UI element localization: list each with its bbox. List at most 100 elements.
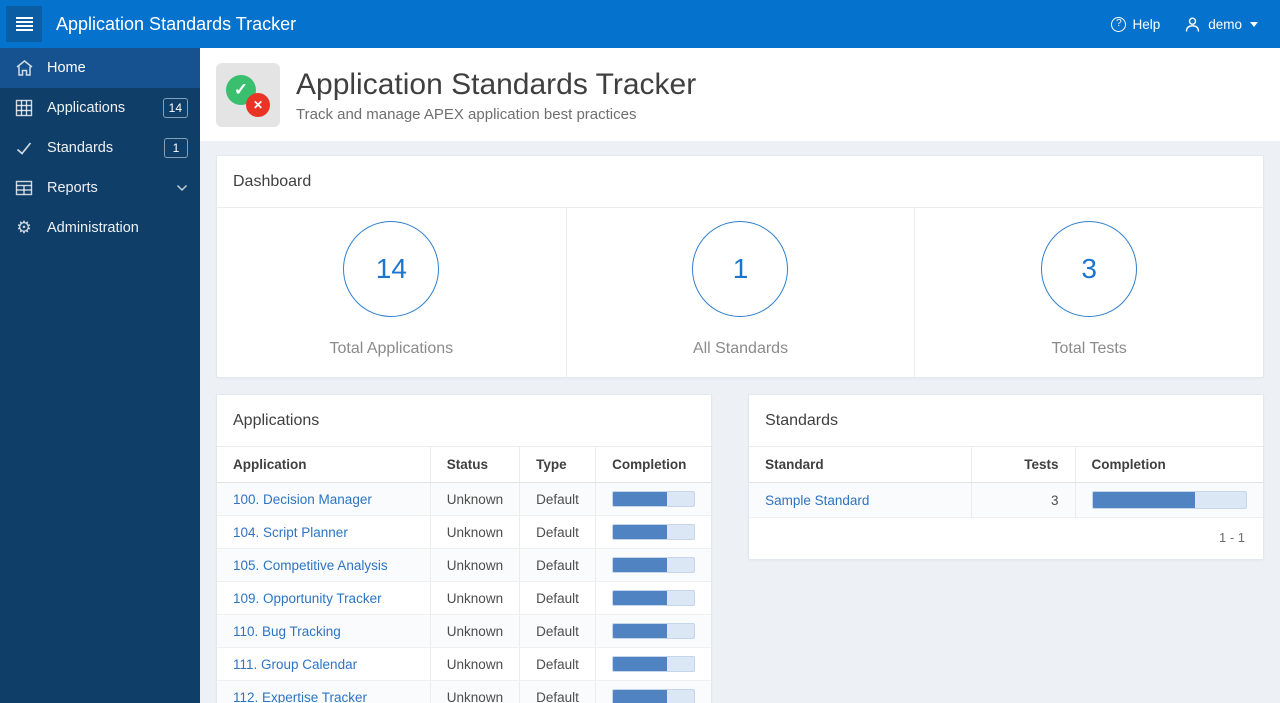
user-icon [1182,14,1202,34]
applications-table-body: 100. Decision Manager Unknown Default 10… [217,482,712,703]
stat-label: All Standards [692,340,789,357]
status-cell: Unknown [429,581,520,615]
stat-all-standards: 1 All Standards [565,208,915,377]
column-header-type: Type [519,447,596,483]
dashboard-card-title: Dashboard [217,156,1263,208]
column-header-tests: Tests [970,447,1075,483]
stat-circle: 14 [343,221,440,317]
sidebar-item-reports[interactable]: Reports [0,168,200,208]
sidebar-item-administration[interactable]: ⚙ Administration [0,208,200,248]
chevron-down-icon [1250,21,1258,27]
standards-table-body: Sample Standard 3 [749,482,1263,518]
completion-fill [613,657,668,671]
user-menu[interactable]: demo [1182,14,1258,34]
type-cell: Default [519,581,596,615]
sidebar-item-label: Administration [47,220,139,236]
sidebar-item-applications[interactable]: Applications 14 [0,88,200,128]
stat-label: Total Applications [329,340,454,357]
application-link[interactable]: 110. Bug Tracking [233,624,341,639]
table-row: 109. Opportunity Tracker Unknown Default [217,581,712,615]
application-link[interactable]: 104. Script Planner [233,525,348,540]
sidebar-item-standards[interactable]: Standards 1 [0,128,200,168]
type-cell: Default [519,614,596,648]
application-link[interactable]: 112. Expertise Tracker [233,690,367,703]
table-row: 112. Expertise Tracker Unknown Default [217,680,712,703]
status-cell: Unknown [429,482,520,516]
stat-total-tests: 3 Total Tests [914,208,1263,377]
completion-bar [612,623,696,639]
standards-count-badge: 1 [164,138,188,158]
table-icon [14,178,34,198]
main-content: Application Standards Tracker Track and … [200,0,1280,703]
completion-bar [612,491,696,507]
type-cell: Default [519,515,596,549]
hamburger-menu-button[interactable] [6,6,42,42]
completion-fill [613,525,668,539]
stat-value: 1 [732,253,749,284]
application-link[interactable]: 105. Competitive Analysis [233,558,388,573]
completion-bar [1091,491,1247,509]
sidebar-item-label: Reports [47,180,98,196]
status-cell: Unknown [429,647,520,681]
completion-bar [612,656,696,672]
column-header-application: Application [217,447,431,483]
sidebar-item-home[interactable]: Home [0,48,200,88]
status-cell: Unknown [429,680,520,703]
completion-bar [612,590,696,606]
sidebar-item-label: Standards [47,140,114,156]
completion-fill [613,690,668,703]
type-cell: Default [519,647,596,681]
standards-table: Standard Tests Completion Sample Standar… [749,447,1263,518]
home-icon [14,58,34,78]
grid-icon [14,98,34,118]
application-link[interactable]: 109. Opportunity Tracker [233,591,382,606]
column-header-completion: Completion [595,447,712,483]
tests-cell: 3 [970,482,1075,518]
app-title: Application Standards Tracker [56,13,297,34]
completion-fill [613,558,668,572]
stat-circle: 3 [1041,221,1138,317]
page-header: Application Standards Tracker Track and … [200,48,1280,141]
status-cell: Unknown [429,614,520,648]
application-link[interactable]: 100. Decision Manager [233,492,372,507]
applications-card: Applications Application Status Type Com… [216,394,713,703]
standards-card-title: Standards [749,395,1263,447]
help-link[interactable]: Help [1111,16,1160,32]
applications-card-title: Applications [217,395,712,447]
sidebar-item-label: Home [47,60,86,76]
status-cell: Unknown [429,515,520,549]
completion-fill [613,492,668,506]
type-cell: Default [519,680,596,703]
table-row: 110. Bug Tracking Unknown Default [217,614,712,648]
stat-label: Total Tests [1051,340,1127,357]
standards-card: Standards Standard Tests Completion Samp… [748,394,1264,560]
column-header-status: Status [429,447,520,483]
applications-table: Application Status Type Completion 100. … [217,447,712,703]
type-cell: Default [519,548,596,582]
type-cell: Default [519,482,596,516]
completion-bar [612,557,696,573]
column-header-standard: Standard [749,447,971,483]
stat-value: 3 [1081,253,1097,284]
gear-icon: ⚙ [16,217,32,238]
completion-fill [613,624,668,638]
dashboard-card: Dashboard 14 Total Applications 1 All St… [216,155,1264,378]
table-row: 111. Group Calendar Unknown Default [217,647,712,681]
table-row: 100. Decision Manager Unknown Default [217,482,712,516]
completion-fill [613,591,668,605]
help-icon [1111,16,1127,32]
sidebar: Home Applications 14 Standards 1 Reports… [0,48,200,703]
completion-fill [1092,492,1195,508]
user-label: demo [1208,16,1242,32]
application-link[interactable]: 111. Group Calendar [233,657,357,672]
standard-link[interactable]: Sample Standard [765,493,869,508]
pagination-range: 1 - 1 [1218,530,1245,545]
stat-value: 14 [375,253,407,284]
column-header-completion: Completion [1074,447,1263,483]
applications-count-badge: 14 [162,98,188,118]
table-row: 104. Script Planner Unknown Default [217,515,712,549]
stat-circle: 1 [692,221,789,317]
completion-bar [612,689,696,703]
check-icon [14,138,34,158]
table-row: Sample Standard 3 [749,482,1263,518]
